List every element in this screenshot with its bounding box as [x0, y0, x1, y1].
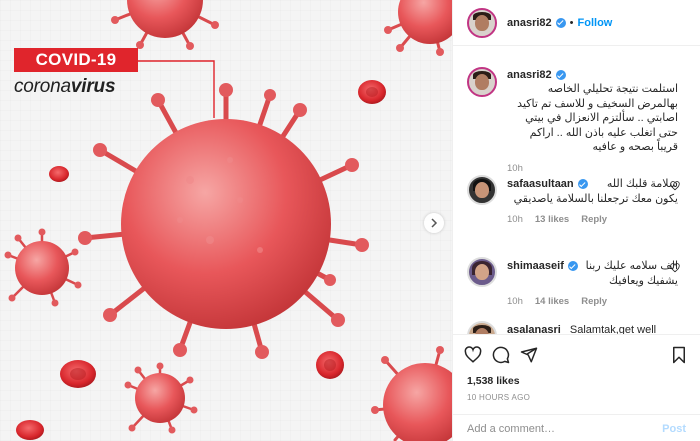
- avatar[interactable]: [467, 321, 497, 334]
- coronavirus-label-bold: virus: [70, 76, 116, 97]
- reply-button[interactable]: Reply: [581, 214, 607, 225]
- verified-badge-icon: [555, 70, 566, 80]
- comment-body: الف سلامه عليك ربنا يشفيك ويعافيك: [585, 260, 678, 287]
- caption-text: استلمت نتيجة تحليلي الخاصه بهالمرض السخي…: [517, 83, 678, 153]
- verified-badge-icon: [577, 179, 588, 190]
- bookmark-icon[interactable]: [670, 346, 688, 364]
- comment-author: safaasultaan: [507, 177, 588, 192]
- avatar[interactable]: [467, 7, 497, 38]
- comment-input[interactable]: Add a comment…: [467, 423, 662, 435]
- comment-username[interactable]: asalanasri: [507, 324, 561, 334]
- comment-likes[interactable]: 13 likes: [535, 214, 569, 225]
- post-timestamp[interactable]: 10 HOURS AGO: [467, 393, 530, 402]
- comment-text: safaasultaan سلامة قلبك الله يكون معك تر…: [507, 177, 678, 206]
- share-icon[interactable]: [520, 346, 538, 364]
- heart-icon[interactable]: [670, 263, 680, 273]
- chevron-right-icon: [431, 218, 438, 228]
- comment-username[interactable]: safaasultaan: [507, 177, 574, 192]
- covid-badge-text: COVID-19: [35, 50, 117, 69]
- post-image[interactable]: COVID-19 coronavirus: [0, 0, 453, 441]
- caption-username[interactable]: anasri82: [507, 69, 552, 81]
- comment-text: shimaaseif الف سلامه عليك ربنا يشفيك ويع…: [507, 259, 678, 288]
- post-modal: COVID-19 coronavirus anasri82 • Follow a…: [0, 0, 700, 441]
- reply-button[interactable]: Reply: [581, 296, 607, 307]
- like-count[interactable]: 1,538 likes: [467, 375, 520, 387]
- heart-icon[interactable]: [670, 181, 680, 191]
- post-actions: 1,538 likes 10 HOURS AGO Add a comment… …: [453, 334, 700, 441]
- avatar[interactable]: [467, 175, 497, 205]
- comment-text: asalanasri Salamtak,get well: [507, 324, 678, 334]
- follow-button[interactable]: Follow: [578, 17, 613, 29]
- covid-badge: COVID-19: [14, 48, 138, 72]
- next-image-button[interactable]: [424, 213, 444, 233]
- like-heart-icon[interactable]: [464, 346, 482, 364]
- header-separator: •: [569, 16, 574, 29]
- post-header: anasri82 • Follow: [453, 0, 700, 46]
- comment-username[interactable]: shimaaseif: [507, 259, 564, 274]
- avatar[interactable]: [467, 257, 497, 287]
- verified-badge-icon: [567, 261, 578, 272]
- comments-list[interactable]: anasri82 استلمت نتيجة تحليلي الخاصه بهال…: [453, 47, 700, 334]
- post-details: anasri82 • Follow anasri82 استلمت نتيجة …: [453, 0, 700, 441]
- coronavirus-label: coronavirus: [14, 76, 116, 98]
- coronavirus-label-light: corona: [14, 76, 71, 97]
- caption-time[interactable]: 10h: [507, 163, 523, 174]
- comment-body: Salamtak,get well: [569, 324, 657, 334]
- comment-time[interactable]: 10h: [507, 296, 523, 307]
- comment-author: shimaaseif: [507, 259, 578, 274]
- verified-badge-icon: [555, 17, 566, 28]
- caption-user-row: anasri82: [507, 69, 678, 81]
- add-comment-bar: Add a comment… Post: [453, 414, 700, 441]
- comment-icon[interactable]: [492, 346, 510, 364]
- header-username[interactable]: anasri82: [507, 17, 552, 29]
- post-button[interactable]: Post: [662, 423, 686, 435]
- avatar[interactable]: [467, 67, 497, 97]
- comment-likes[interactable]: 14 likes: [535, 296, 569, 307]
- comment-time[interactable]: 10h: [507, 214, 523, 225]
